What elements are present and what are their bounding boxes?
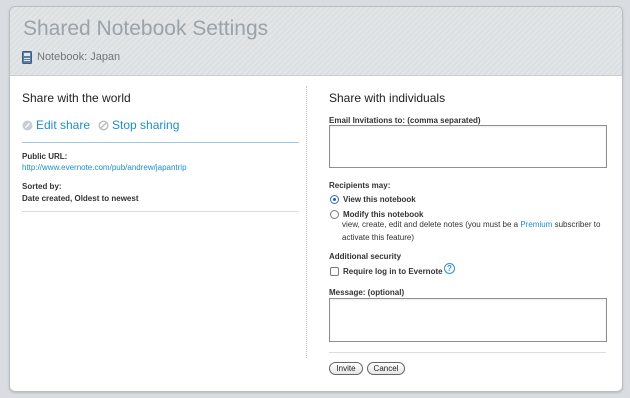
edit-share-link[interactable]: Edit share [36, 118, 90, 132]
radio-modify[interactable] [330, 209, 339, 219]
recipients-label: Recipients may: [329, 181, 391, 190]
header: Shared Notebook Settings Notebook: Japan [10, 7, 622, 76]
notebook-name: Notebook: Japan [37, 51, 121, 63]
require-login-row[interactable]: Require log in to Evernote [330, 265, 443, 277]
divider-blue [22, 142, 299, 143]
email-invitations-label: Email Invitations to: (comma separated) [329, 116, 481, 125]
column-divider [306, 86, 307, 358]
require-login-label: Require log in to Evernote [343, 266, 443, 276]
message-field[interactable] [329, 298, 607, 342]
notebook-line: Notebook: Japan [22, 50, 120, 64]
invite-button[interactable]: Invite [329, 362, 363, 375]
email-invitations-field[interactable] [329, 125, 607, 168]
radio-view-row[interactable]: View this notebook [330, 193, 416, 205]
cancel-button[interactable]: Cancel [367, 362, 405, 375]
message-label: Message: (optional) [329, 288, 405, 297]
page-title: Shared Notebook Settings [23, 17, 269, 40]
radio-view-label: View this notebook [343, 194, 416, 204]
modify-description: view, create, edit and delete notes (you… [342, 220, 600, 229]
share-individuals-heading: Share with individuals [329, 91, 446, 105]
stop-icon [98, 119, 109, 131]
modify-desc-part2: subscriber to [554, 220, 601, 229]
notebook-icon [22, 50, 32, 64]
stop-sharing-link[interactable]: Stop sharing [112, 118, 179, 132]
require-login-checkbox[interactable] [330, 266, 339, 276]
sorted-by-value: Date created, Oldest to newest [22, 194, 139, 203]
share-actions: Edit share Stop sharing [22, 117, 179, 133]
divider-gray [22, 211, 299, 212]
pencil-icon [22, 120, 33, 130]
modify-desc-part1: view, create, edit and delete notes (you… [342, 220, 519, 229]
security-label: Additional security [329, 252, 402, 261]
premium-link[interactable]: Premium [520, 220, 552, 229]
modify-description-line2: activate this feature) [342, 233, 415, 242]
radio-view[interactable] [330, 194, 339, 204]
public-url-link[interactable]: http://www.evernote.com/pub/andrew/japan… [22, 163, 187, 172]
divider-actions [329, 352, 606, 353]
radio-modify-label: Modify this notebook [343, 209, 424, 219]
help-icon[interactable]: ? [444, 263, 455, 274]
sorted-by-label: Sorted by: [22, 182, 62, 191]
share-world-heading: Share with the world [22, 91, 131, 105]
public-url-label: Public URL: [22, 152, 68, 161]
radio-modify-row[interactable]: Modify this notebook [330, 208, 423, 220]
